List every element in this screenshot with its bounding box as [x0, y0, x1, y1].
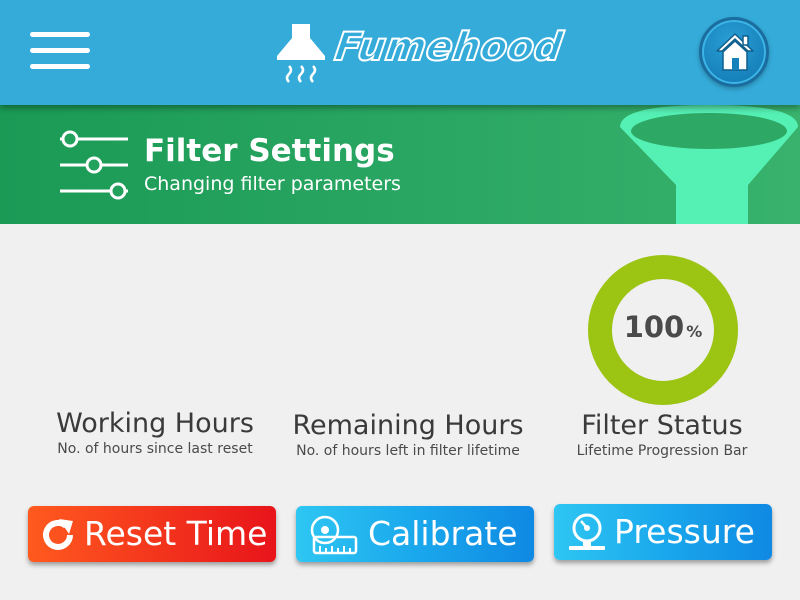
remaining-hours-subtitle: No. of hours left in filter lifetime: [296, 443, 520, 459]
home-icon: [716, 33, 754, 71]
menu-bar: [30, 32, 90, 37]
reset-time-button[interactable]: Reset Time: [28, 506, 276, 562]
pressure-label: Pressure: [614, 512, 755, 551]
pressure-button[interactable]: Pressure: [554, 504, 772, 560]
working-hours-stat: Working Hours No. of hours since last re…: [40, 408, 270, 458]
remaining-hours-stat: Remaining Hours No. of hours left in fil…: [283, 410, 533, 460]
sliders-icon: [60, 130, 128, 200]
app-logo: Fumehood: [275, 22, 566, 86]
tape-measure-icon: [310, 515, 358, 555]
gauge-value: 100%: [587, 310, 739, 344]
reset-time-label: Reset Time: [84, 514, 268, 553]
menu-bar: [30, 64, 90, 69]
pressure-gauge-icon: [569, 513, 605, 550]
refresh-icon: [43, 519, 73, 550]
hamburger-menu-button[interactable]: [30, 32, 90, 72]
filter-status-gauge: 100%: [587, 254, 739, 406]
brand-name: Fumehood: [331, 24, 566, 71]
fume-hood-icon: [277, 24, 325, 83]
calibrate-label: Calibrate: [368, 514, 518, 553]
working-hours-title: Working Hours: [56, 408, 254, 439]
filter-status-stat: Filter Status Lifetime Progression Bar: [557, 410, 767, 460]
home-button[interactable]: [699, 17, 769, 87]
app-header: Fumehood: [0, 0, 800, 105]
page-subtitle: Changing filter parameters: [144, 173, 401, 195]
page-title: Filter Settings: [144, 133, 395, 169]
funnel-icon: [620, 105, 798, 224]
gauge-percent-unit: %: [686, 322, 703, 341]
filter-status-subtitle: Lifetime Progression Bar: [576, 443, 748, 459]
filter-status-title: Filter Status: [581, 410, 743, 441]
gauge-percent-value: 100: [623, 310, 685, 344]
menu-bar: [30, 48, 90, 53]
calibrate-button[interactable]: Calibrate: [296, 506, 534, 562]
section-banner: Filter Settings Changing filter paramete…: [0, 105, 800, 224]
remaining-hours-title: Remaining Hours: [292, 410, 524, 441]
working-hours-subtitle: No. of hours since last reset: [57, 441, 253, 457]
